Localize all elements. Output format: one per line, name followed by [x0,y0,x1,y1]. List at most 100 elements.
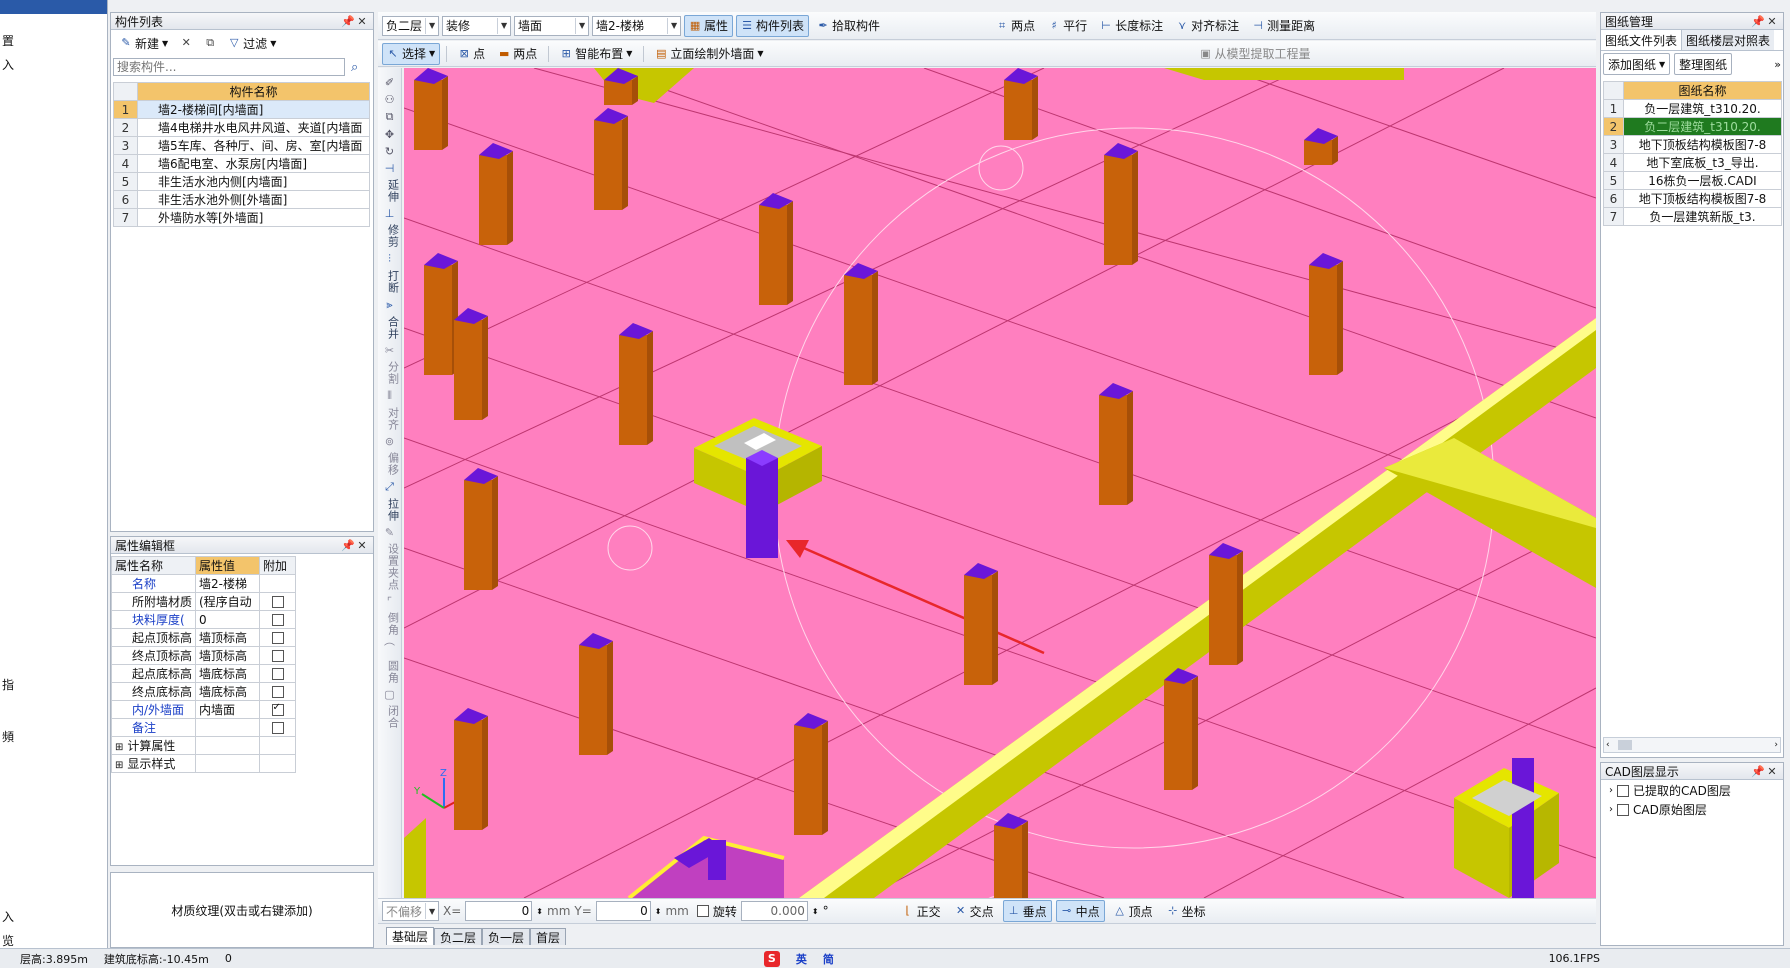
category-select[interactable]: 装修 ▼ [442,15,512,36]
delete-component-button[interactable]: ✕ [175,32,197,54]
extract-quantity-button[interactable]: ▣ 从模型提取工程量 [1195,43,1316,65]
copy-component-button[interactable]: ⧉ [199,32,221,54]
select-button[interactable]: ↖ 选择 ▼ [382,42,441,65]
property-value-field[interactable]: 墙底标高 [195,682,260,701]
split-tool[interactable]: 分割 [381,361,400,385]
parallel-button[interactable]: ♯ 平行 [1043,15,1092,37]
property-checkbox[interactable] [271,702,284,716]
move-icon[interactable]: ✥ [385,128,394,141]
close-icon[interactable]: ✕ [1765,15,1779,28]
property-checkbox[interactable] [271,722,284,734]
more-icon[interactable]: » [1774,58,1781,71]
property-group-row[interactable]: ⊞ 计算属性 [111,736,296,755]
layer-tree-item[interactable]: › 已提取的CAD图层 [1601,780,1783,801]
pick-component-button[interactable]: ✒ 拾取构件 [812,15,885,37]
length-dim-button[interactable]: ⊢ 长度标注 [1095,15,1168,37]
smart-place-button[interactable]: ⊞ 智能布置 ▼ [555,43,637,65]
left-edge-item[interactable]: 頻 [2,728,14,745]
table-row[interactable]: 4 地下室底板_t3_导出. [1603,153,1782,172]
snap-coordinate-button[interactable]: ⊹ 坐标 [1162,900,1211,922]
close-icon[interactable]: ✕ [1765,765,1779,778]
component-select[interactable]: 墙2-楼梯 ▼ [592,15,682,36]
table-row[interactable]: 3 墙5车库、各种厅、间、房、室[内墙面 [113,136,370,155]
table-row[interactable]: 4 墙6配电室、水泵房[内墙面] [113,154,370,173]
left-edge-item[interactable]: 入 [2,56,14,73]
search-icon[interactable]: ⌕ [351,60,358,75]
left-edge-item[interactable]: 览 [2,932,14,949]
left-edge-item[interactable]: 指 [2,676,14,693]
snap-vertex-button[interactable]: △ 顶点 [1109,900,1158,922]
snap-midpoint-button[interactable]: ⊸ 中点 [1055,900,1105,922]
chevron-left-icon[interactable]: ‹ [1606,740,1610,750]
mirror-icon[interactable]: ⚇ [385,93,395,106]
align-tool[interactable]: 对齐 [381,407,400,431]
offset-tool[interactable]: 偏移 [381,452,400,476]
table-row[interactable]: 6 非生活水池外侧[外墙面] [113,190,370,209]
property-checkbox[interactable] [271,596,284,608]
floor-tab[interactable]: 负一层 [482,928,531,945]
chevron-right-icon[interactable]: › [1774,740,1778,750]
layer-checkbox[interactable] [1617,784,1629,797]
y-input[interactable]: 0 [595,901,651,921]
rotate-icon[interactable]: ↻ [385,145,394,158]
set-grip-tool[interactable]: 设置夹点 [381,543,400,591]
dim-two-points-button[interactable]: ⌗ 两点 [991,15,1040,37]
property-value-field[interactable]: 墙底标高 [195,664,260,683]
property-value-field[interactable]: 内墙面 [195,700,260,719]
filter-button[interactable]: ▽ 过滤 ▼ [223,32,281,54]
rotate-stepper[interactable]: ⬍ [812,907,819,916]
property-value-field[interactable]: 墙顶标高 [195,628,260,647]
table-row[interactable]: 7 负一层建筑新版_t3. [1603,207,1782,226]
stretch-tool[interactable]: 拉伸 [381,498,400,522]
layer-tree-item[interactable]: › CAD原始图层 [1601,801,1783,818]
snap-intersection-button[interactable]: ✕ 交点 [950,900,999,922]
property-row[interactable]: 所附墙材质 (程序自动 [111,592,296,611]
table-row[interactable]: 2 墙4电梯井水电风井风道、夹道[内墙面 [113,118,370,137]
table-row[interactable]: 7 外墙防水等[外墙面] [113,208,370,227]
floor-tab[interactable]: 首层 [530,928,567,945]
merge-tool[interactable]: 合并 [381,316,400,340]
two-points-button[interactable]: ▬ 两点 [493,43,542,65]
left-edge-item[interactable]: 入 [2,908,14,925]
extend-tool[interactable]: 延伸 [381,179,400,203]
copy-tool-icon[interactable]: ⧉ [386,110,394,124]
ime-mode[interactable]: 简 [823,951,834,967]
chevron-right-icon[interactable]: › [1609,804,1613,815]
column-header-drawing-name[interactable]: 图纸名称 [1623,81,1782,100]
property-row[interactable]: 备注 [111,718,296,737]
y-stepper[interactable]: ⬍ [655,907,662,916]
table-row[interactable]: 1 墙2-楼梯间[内墙面] [113,100,370,119]
fillet-tool[interactable]: 圆角 [381,660,400,684]
pin-icon[interactable]: 📌 [1751,765,1765,778]
property-checkbox[interactable] [271,632,284,644]
table-row[interactable]: 2 负二层建筑_t310.20. [1603,117,1782,136]
type-select[interactable]: 墙面 ▼ [514,15,590,36]
property-row[interactable]: 终点顶标高 墙顶标高 [111,646,296,665]
pin-icon[interactable]: 📌 [341,539,355,552]
align-dim-button[interactable]: ⋎ 对齐标注 [1171,15,1244,37]
tab-floor-mapping[interactable]: 图纸楼层对照表 [1682,30,1775,50]
elevation-draw-button[interactable]: ▤ 立面绘制外墙面 ▼ [650,43,768,65]
table-row[interactable]: 3 地下顶板结构模板图7-8 [1603,135,1782,154]
column-header-component-name[interactable]: 构件名称 [137,82,370,101]
drawing-horizontal-scrollbar[interactable]: ‹ › [1603,737,1781,753]
trim-tool[interactable]: 修剪 [381,224,400,248]
x-stepper[interactable]: ⬍ [536,907,543,916]
floor-select[interactable]: 负二层 ▼ [382,15,440,36]
table-row[interactable]: 5 16栋负一层板.CADI [1603,171,1782,190]
snap-orthogonal-button[interactable]: ⌊ 正交 [897,900,946,922]
break-tool[interactable]: 打断 [381,270,400,294]
rotate-input[interactable]: 0.000 [740,901,808,921]
viewport-canvas[interactable]: Z X Y [404,68,1596,898]
x-input[interactable]: 0 [465,901,533,921]
table-row[interactable]: 5 非生活水池内侧[内墙面] [113,172,370,191]
property-checkbox[interactable] [271,686,284,698]
floor-tab[interactable]: 基础层 [386,927,435,945]
close-icon[interactable]: ✕ [355,539,369,552]
material-texture-panel[interactable]: 材质纹理(双击或右键添加) [110,872,374,948]
chamfer-tool[interactable]: 倒角 [381,612,400,636]
tab-drawing-files[interactable]: 图纸文件列表 [1601,30,1683,50]
close-shape-tool[interactable]: 闭合 [381,705,400,729]
rotate-checkbox[interactable] [696,905,709,917]
scroll-thumb[interactable] [1618,740,1632,750]
